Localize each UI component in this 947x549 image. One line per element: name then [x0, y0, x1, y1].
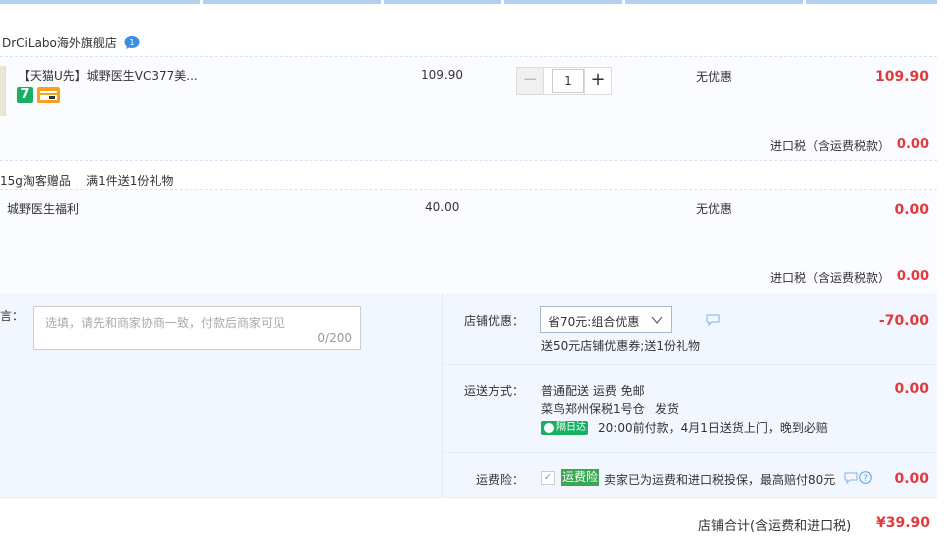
shop-discount-value: -70.00 — [878, 313, 929, 329]
shop-name[interactable]: DrCiLabo海外旗舰店 — [2, 34, 117, 51]
gift-unit-price: 40.00 — [425, 200, 460, 214]
shop-discount-select[interactable]: 省70元:组合优惠 — [540, 306, 672, 333]
header-stripe — [0, 0, 947, 5]
memo-input[interactable]: 选填，请先和商家协商一致，付款后商家可见 0/200 — [33, 306, 361, 350]
import-tax-label: 进口税（含运费税款） — [770, 139, 891, 153]
delivery-eta: 20:00前付款，4月1日送货上门，晚到必赔 — [598, 421, 828, 435]
lightning-icon — [544, 423, 554, 433]
gift-promo-header: 15g淘客赠品 满1件送1份礼物 — [0, 174, 174, 188]
message-icon[interactable] — [844, 472, 858, 484]
gift-import-tax-label: 进口税（含运费税款） — [770, 271, 891, 285]
warehouse-name: 菜鸟郑州保税1号仓 — [541, 402, 645, 416]
gift-subtotal: 0.00 — [894, 202, 929, 218]
item-promo: 无优惠 — [696, 70, 733, 84]
item-title[interactable]: 【天猫U先】城野医生VC377美... — [18, 67, 198, 84]
ship-text: 发货 — [655, 402, 680, 416]
insurance-text: 卖家已为运费和进口税投保，最高赔付80元 — [604, 473, 836, 487]
shop-total-value: ¥39.90 — [876, 515, 931, 531]
gift-promo: 无优惠 — [696, 202, 733, 216]
divider — [443, 452, 937, 453]
shop-discount-note: 送50元店铺优惠券;送1份礼物 — [541, 339, 700, 353]
shop-discount-selected: 省70元:组合优惠 — [548, 315, 640, 329]
insurance-checkbox[interactable]: ✓ — [541, 471, 555, 485]
chat-badge-count: 1 — [129, 38, 134, 47]
next-day-label: 隔日达 — [556, 422, 586, 433]
insurance-tag: 运费险 — [561, 469, 599, 486]
item-thumbnail[interactable] — [0, 66, 6, 116]
increase-quantity-button[interactable]: + — [584, 68, 611, 94]
chevron-down-icon — [651, 316, 663, 325]
item-unit-price: 109.90 — [421, 68, 463, 82]
shop-total-label: 店铺合计(含运费和进口税) — [698, 519, 852, 534]
gift-import-tax-value: 0.00 — [896, 269, 929, 284]
message-icon[interactable] — [706, 314, 720, 326]
insurance-label: 运费险： — [475, 473, 524, 487]
divider — [0, 497, 937, 498]
gift-title[interactable]: 城野医生福利 — [7, 200, 79, 217]
memo-char-count: 0/200 — [317, 331, 352, 345]
shipping-label: 运送方式： — [463, 384, 524, 398]
seven-day-return-badge: 7 — [17, 87, 33, 103]
decrease-quantity-button[interactable]: − — [517, 68, 544, 94]
shipping-value: 0.00 — [894, 381, 929, 397]
divider — [0, 160, 937, 161]
quantity-input[interactable]: 1 — [552, 69, 584, 93]
next-day-delivery-badge: 隔日达 — [541, 421, 588, 435]
card-payment-icon — [37, 87, 60, 103]
chat-icon[interactable]: 1 — [124, 35, 140, 49]
import-tax-value: 0.00 — [896, 137, 929, 152]
quantity-stepper: − 1 + — [516, 67, 612, 95]
shipping-method: 普通配送 运费 免邮 — [541, 384, 645, 398]
shop-discount-label: 店铺优惠： — [463, 314, 524, 328]
memo-placeholder: 选填，请先和商家协商一致，付款后商家可见 — [45, 316, 286, 330]
item-subtotal: 109.90 — [874, 69, 929, 85]
divider — [443, 364, 937, 365]
insurance-value: 0.00 — [894, 471, 929, 487]
memo-label: 留言： — [0, 309, 25, 323]
